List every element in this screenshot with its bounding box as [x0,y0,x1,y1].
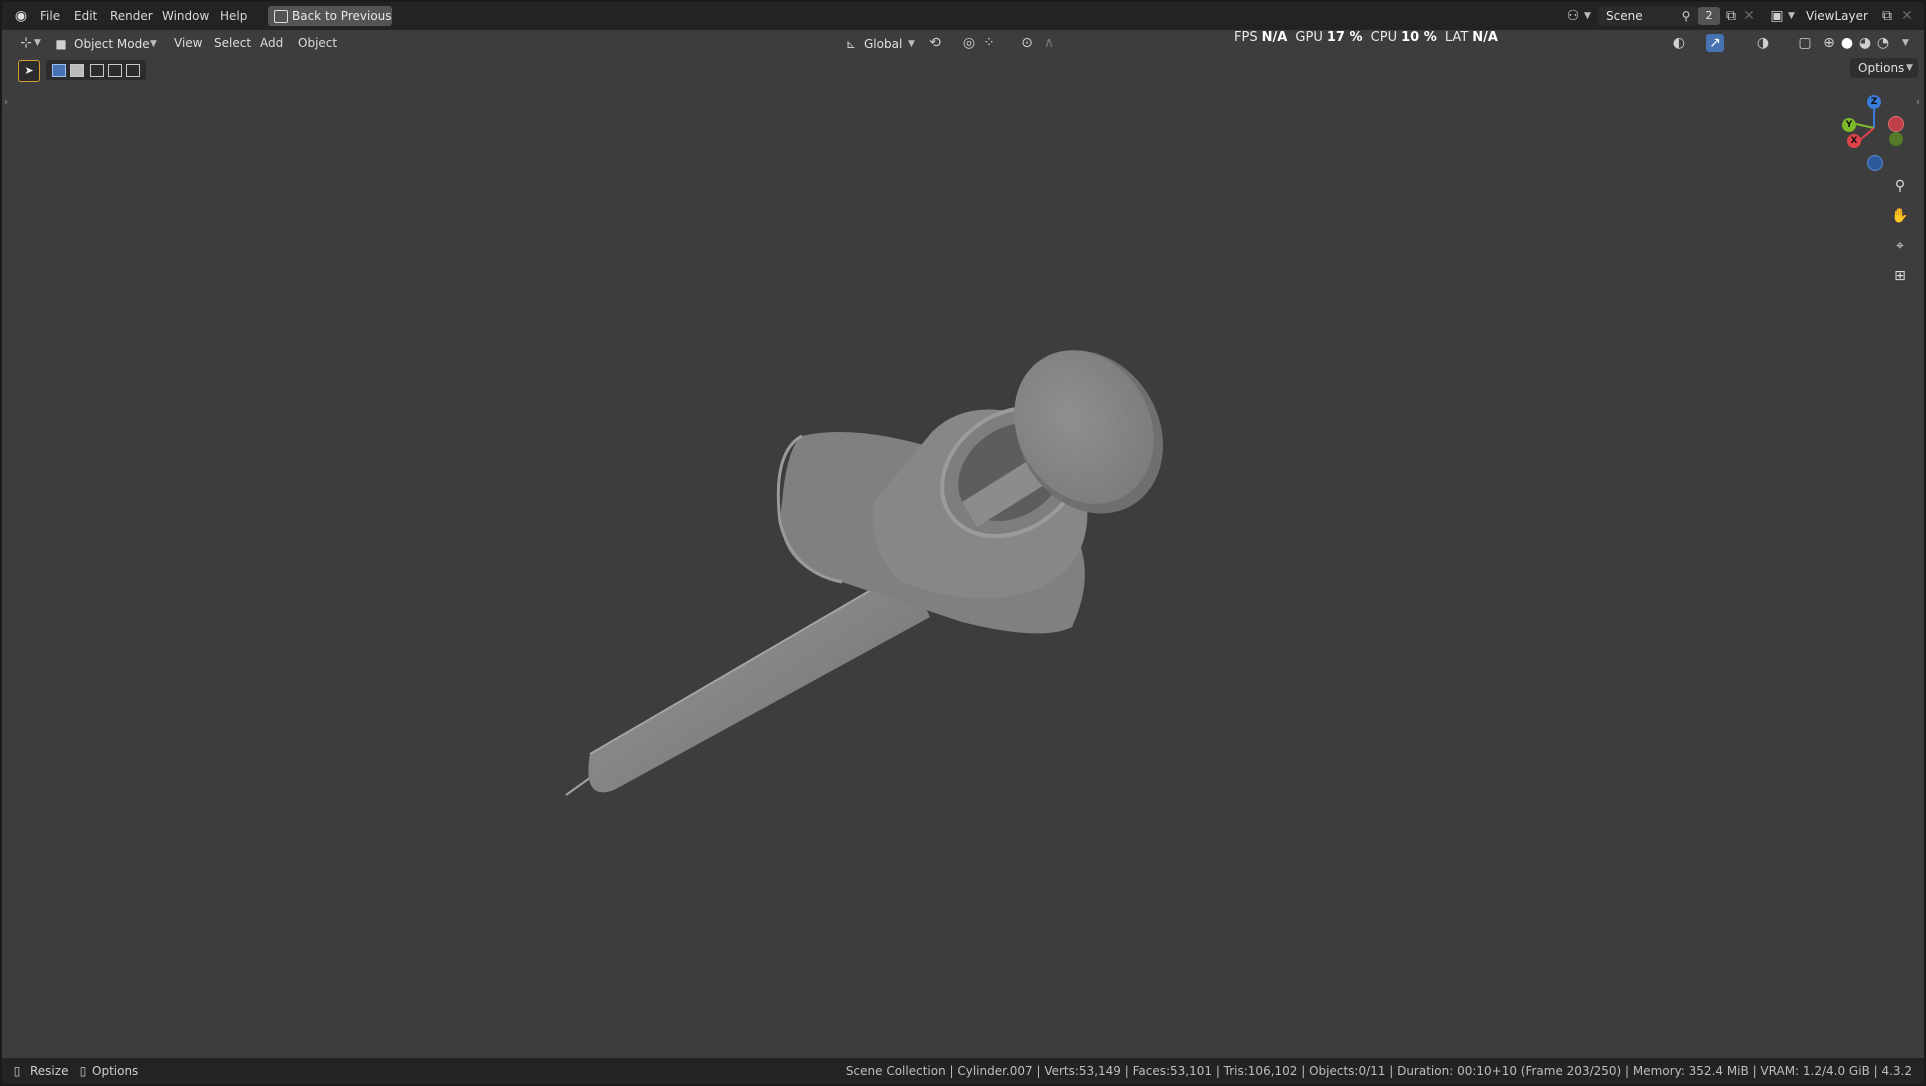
shading-material-icon[interactable]: ◕ [1856,34,1874,52]
axis-z[interactable]: Z [1867,95,1881,109]
snap-icon[interactable]: ⁘ [980,34,998,52]
menu-add[interactable]: Add [260,34,283,52]
scene-users-count[interactable]: 2 [1698,7,1720,25]
select-subtract-icon[interactable] [90,64,104,77]
mouse-right-icon: ▯ [79,1064,87,1078]
menu-view[interactable]: View [174,34,202,52]
new-view-layer-icon[interactable]: ⧉ [1878,7,1896,25]
chevron-down-icon: ▼ [34,38,41,48]
snap-toggle-icon[interactable]: ◎ [960,34,978,52]
top-bar: ◉ File Edit Render Window Help Back to P… [2,2,1924,30]
menu-object[interactable]: Object [298,34,337,52]
mouse-left-icon: ▯ [13,1064,21,1078]
grid-icon[interactable]: ⊞ [1888,264,1912,288]
transform-orientation-icon: ⊾ [845,37,857,51]
axis-neg-x[interactable] [1888,116,1904,132]
object-mode-dropdown[interactable]: ■ Object Mode ▼ [50,34,160,54]
overlay-icon[interactable]: ◑ [1754,34,1772,52]
camera-icon[interactable]: ⌖ [1888,234,1912,258]
chevron-down-icon: ▼ [1906,63,1913,73]
menu-file[interactable]: File [40,7,60,25]
visibility-icon[interactable]: ◐ [1670,34,1688,52]
view-layer-field[interactable]: ViewLayer [1798,6,1888,26]
close-icon[interactable]: ✕ [1900,7,1914,25]
shading-solid-icon[interactable]: ● [1838,34,1856,52]
chevron-down-icon: ▼ [1788,11,1795,21]
cursor-icon: ➤ [24,64,34,77]
transform-orientation-dropdown[interactable]: ⊾ Global ▼ [842,34,918,54]
chevron-down-icon[interactable]: ▼ [1902,34,1909,52]
select-new-icon[interactable] [52,64,66,77]
performance-readout: FPS N/A GPU 17 % CPU 10 % LAT N/A [1234,30,1498,45]
select-intersect-icon[interactable] [126,64,140,77]
axis-x[interactable]: X [1847,134,1861,148]
gizmo-icon[interactable]: ↗ [1706,34,1724,52]
syringe-barrel [588,569,930,793]
xray-icon[interactable]: ▢ [1796,34,1814,52]
axis-neg-y[interactable] [1889,132,1903,146]
scene-field[interactable]: Scene ⚲ [1598,6,1698,26]
pan-hand-icon[interactable]: ✋ [1888,204,1912,228]
zoom-icon[interactable]: ⚲ [1888,174,1912,198]
select-tool-button[interactable]: ➤ [18,60,40,82]
chevron-down-icon: ▼ [150,39,157,49]
pin-icon[interactable]: ⚲ [1678,7,1694,25]
status-options: Options [92,1064,139,1078]
new-scene-icon[interactable]: ⧉ [1722,7,1740,25]
status-info: Scene Collection | Cylinder.007 | Verts:… [845,1064,1912,1078]
toolbar-expand-icon[interactable]: › [2,94,10,112]
proportional-edit-icon[interactable]: ⊙ [1018,34,1036,52]
menu-select[interactable]: Select [214,34,251,52]
status-resize: Resize [30,1064,69,1078]
view-layer-icon[interactable]: ▣ [1768,7,1786,25]
pivot-icon[interactable]: ⟲ [926,34,944,52]
menu-edit[interactable]: Edit [74,7,97,25]
blender-logo-icon[interactable]: ◉ [12,7,30,25]
selection-mode-group [46,60,146,80]
viewport-3d[interactable] [2,2,1924,1084]
axis-y[interactable]: Y [1842,118,1856,132]
scene-icon[interactable]: ⚇ [1564,7,1582,25]
close-icon[interactable]: ✕ [1742,7,1756,25]
select-extend-icon[interactable] [70,64,84,77]
menu-render[interactable]: Render [110,7,153,25]
options-dropdown[interactable]: Options ▼ [1850,58,1918,78]
chevron-down-icon: ▼ [1584,11,1591,21]
syringe-model[interactable] [565,323,1192,796]
axis-neg-z[interactable] [1867,155,1883,171]
shading-rendered-icon[interactable]: ◔ [1874,34,1892,52]
editor-type-icon[interactable]: ⊹ [16,34,36,52]
blender-window: ◉ File Edit Render Window Help Back to P… [2,2,1924,1084]
falloff-icon[interactable]: ∧ [1040,34,1058,52]
viewport-header: ⊹ ▼ ■ Object Mode ▼ View Select Add Obje… [2,30,1924,56]
shading-wireframe-icon[interactable]: ⊕ [1820,34,1838,52]
status-bar: ▯ Resize ▯ Options Scene Collection | Cy… [2,1058,1924,1084]
back-icon [274,10,288,23]
object-mode-icon: ■ [55,37,67,51]
back-to-previous-button[interactable]: Back to Previous [268,6,392,26]
menu-help[interactable]: Help [220,7,247,25]
chevron-down-icon: ▼ [908,39,915,49]
menu-window[interactable]: Window [162,7,209,25]
select-invert-icon[interactable] [108,64,122,77]
